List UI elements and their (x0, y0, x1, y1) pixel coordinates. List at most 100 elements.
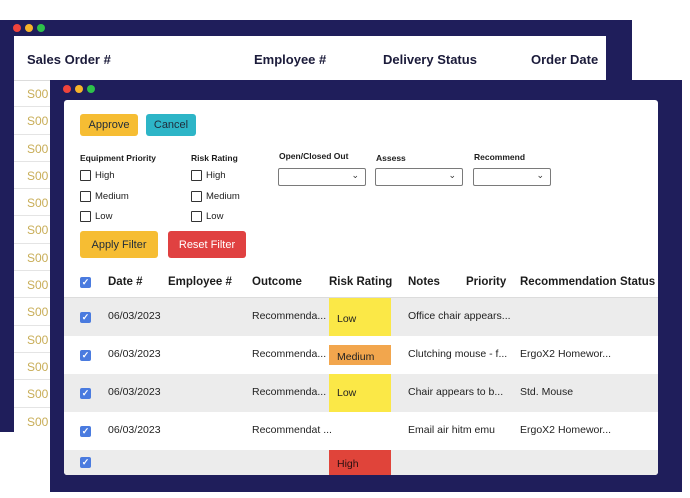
assess-select[interactable]: ⌄ (375, 168, 463, 186)
approve-button[interactable]: Approve (80, 114, 138, 136)
col-employee[interactable]: Employee # (254, 52, 326, 67)
risk-rating-medium[interactable]: Medium (191, 191, 240, 202)
equipment-priority-low[interactable]: Low (80, 211, 112, 222)
risk-rating-low[interactable]: Low (191, 211, 223, 222)
recommendation-cell: Std. Mouse (520, 386, 574, 398)
checkbox[interactable] (80, 170, 91, 181)
row-checkbox[interactable]: ✓ (80, 350, 91, 361)
open-closed-title: Open/Closed Out (279, 151, 349, 161)
sales-order-cell: S00 (27, 332, 49, 347)
maximize-dot-icon[interactable] (87, 85, 95, 93)
table-header: ✓ Date # Employee # Outcome Risk Rating … (64, 267, 658, 298)
assess-title: Assess (376, 153, 406, 163)
risk-rating-title: Risk Rating (191, 153, 238, 163)
cancel-button[interactable]: Cancel (146, 114, 196, 136)
checkbox[interactable] (80, 211, 91, 222)
sales-order-cell: S00 (27, 250, 49, 265)
sales-order-cell: S00 (27, 114, 49, 129)
row-checkbox[interactable]: ✓ (80, 312, 91, 323)
option-label: Medium (206, 191, 240, 202)
table-row[interactable]: ✓ 06/03/2023 Recommenda... Low Office ch… (64, 298, 658, 336)
notes-cell: Chair appears to b... (408, 386, 504, 398)
risk-badge: Low (329, 374, 391, 412)
risk-badge: High (329, 450, 391, 475)
maximize-dot-icon[interactable] (37, 24, 45, 32)
outcome-cell: Recommenda... (252, 386, 327, 398)
equipment-priority-high[interactable]: High (80, 170, 115, 181)
col-recommendation[interactable]: Recommendation (520, 276, 617, 288)
col-priority[interactable]: Priority (466, 276, 506, 288)
col-delivery-status[interactable]: Delivery Status (383, 52, 477, 67)
sales-order-cell: S00 (27, 278, 49, 293)
date-cell: 06/03/2023 (108, 386, 161, 398)
table-row[interactable]: ✓ 06/03/2023 Recommenda... Low Chair app… (64, 374, 658, 412)
close-dot-icon[interactable] (13, 24, 21, 32)
option-label: Medium (95, 191, 129, 202)
checkbox[interactable] (191, 211, 202, 222)
chevron-down-icon: ⌄ (351, 170, 359, 180)
minimize-dot-icon[interactable] (75, 85, 83, 93)
window-controls (13, 24, 45, 32)
close-dot-icon[interactable] (63, 85, 71, 93)
open-closed-select[interactable]: ⌄ (278, 168, 366, 186)
date-cell: 06/03/2023 (108, 310, 161, 322)
recommendation-cell: ErgoX2 Homewor... (520, 348, 612, 360)
notes-cell: Office chair appears... (408, 310, 511, 322)
row-checkbox[interactable]: ✓ (80, 426, 91, 437)
table-row[interactable]: ✓ 06/03/2023 Recommendat ... Email air h… (64, 412, 658, 450)
sales-order-cell: S00 (27, 87, 49, 101)
risk-rating-high[interactable]: High (191, 170, 226, 181)
col-notes[interactable]: Notes (408, 276, 440, 288)
option-label: Low (95, 211, 113, 222)
chevron-down-icon: ⌄ (448, 170, 456, 180)
table-header: Sales Order # Employee # Delivery Status… (14, 36, 606, 81)
checkbox[interactable] (80, 191, 91, 202)
checkbox[interactable] (191, 170, 202, 181)
sales-order-cell: S00 (27, 196, 49, 211)
col-date[interactable]: Date # (108, 276, 143, 288)
apply-filter-button[interactable]: Apply Filter (80, 231, 158, 258)
date-cell: 06/03/2023 (108, 348, 161, 360)
equipment-priority-title: Equipment Priority (80, 153, 157, 163)
notes-cell: Email air hitm emu (408, 424, 495, 436)
reset-filter-button[interactable]: Reset Filter (168, 231, 246, 258)
risk-badge: Medium (329, 345, 391, 365)
sales-order-cell: S00 (27, 223, 49, 238)
sales-order-cell: S00 (27, 305, 49, 320)
select-all-checkbox[interactable]: ✓ (80, 277, 91, 288)
window-controls (63, 85, 95, 93)
col-order-date[interactable]: Order Date (531, 52, 598, 67)
recommend-select[interactable]: ⌄ (473, 168, 551, 186)
row-checkbox[interactable]: ✓ (80, 457, 91, 468)
outcome-cell: Recommenda... (252, 348, 327, 360)
outcome-cell: Recommenda... (252, 310, 327, 322)
sales-order-cell: S00 (27, 359, 49, 374)
table-row[interactable]: ✓ 06/03/2023 Recommenda... Medium Clutch… (64, 336, 658, 374)
col-risk-rating[interactable]: Risk Rating (329, 276, 392, 288)
equipment-priority-medium[interactable]: Medium (80, 191, 129, 202)
assessment-panel: Approve Cancel Equipment Priority High M… (64, 100, 658, 475)
recommendation-cell: ErgoX2 Homewor... (520, 424, 612, 436)
recommend-title: Recommend (474, 152, 526, 162)
row-checkbox[interactable]: ✓ (80, 388, 91, 399)
assessment-window: Approve Cancel Equipment Priority High M… (50, 80, 682, 492)
date-cell: 06/03/2023 (108, 424, 161, 436)
sales-order-cell: S00 (27, 387, 49, 402)
col-outcome[interactable]: Outcome (252, 276, 302, 288)
notes-cell: Clutching mouse - f... (408, 348, 508, 360)
col-status[interactable]: Status (620, 276, 655, 288)
sales-order-cell: S00 (27, 414, 49, 429)
table-row[interactable]: ✓ High (64, 450, 658, 475)
outcome-cell: Recommendat ... (252, 424, 332, 436)
option-label: Low (206, 211, 224, 222)
sales-order-cell: S00 (27, 168, 49, 183)
risk-badge: Low (329, 298, 391, 336)
option-label: High (206, 170, 226, 181)
checkbox[interactable] (191, 191, 202, 202)
col-sales-order[interactable]: Sales Order # (27, 52, 111, 67)
col-employee[interactable]: Employee # (168, 276, 232, 288)
sales-order-cell: S00 (27, 141, 49, 156)
option-label: High (95, 170, 115, 181)
minimize-dot-icon[interactable] (25, 24, 33, 32)
risk-badge (329, 412, 391, 450)
